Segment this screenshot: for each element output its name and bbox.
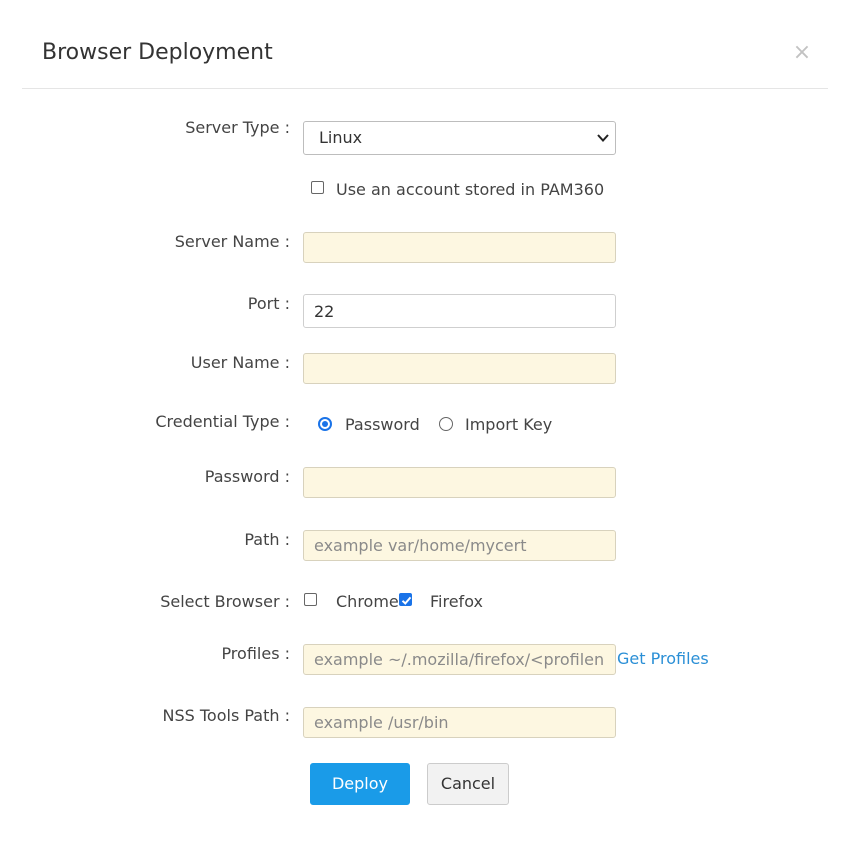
- nss-tools-path-input[interactable]: [303, 707, 616, 738]
- credential-import-key-radio[interactable]: [439, 417, 453, 431]
- cancel-button[interactable]: Cancel: [427, 763, 509, 805]
- chrome-label: Chrome: [336, 592, 399, 611]
- chrome-checkbox[interactable]: [304, 593, 317, 606]
- firefox-checkbox[interactable]: [399, 593, 412, 606]
- user-name-input[interactable]: [303, 353, 616, 384]
- server-type-label: Server Type :: [185, 118, 290, 137]
- password-input[interactable]: [303, 467, 616, 498]
- port-label: Port :: [247, 294, 290, 313]
- credential-password-label: Password: [345, 415, 420, 434]
- select-browser-label: Select Browser :: [160, 592, 290, 611]
- profiles-input[interactable]: [303, 644, 616, 675]
- firefox-label: Firefox: [430, 592, 483, 611]
- password-label: Password :: [204, 467, 290, 486]
- dialog-header: Browser Deployment ×: [22, 0, 828, 89]
- get-profiles-link[interactable]: Get Profiles: [617, 648, 709, 670]
- check-icon: [401, 596, 412, 605]
- path-label: Path :: [244, 530, 290, 549]
- deploy-button[interactable]: Deploy: [310, 763, 410, 805]
- path-input[interactable]: [303, 530, 616, 561]
- credential-password-radio[interactable]: [318, 417, 332, 431]
- chevron-down-icon: [597, 134, 609, 142]
- server-type-select[interactable]: Linux: [303, 121, 616, 155]
- credential-type-label: Credential Type :: [155, 412, 290, 431]
- profiles-label: Profiles :: [221, 644, 290, 663]
- use-stored-account-label: Use an account stored in PAM360: [336, 180, 605, 199]
- credential-import-key-label: Import Key: [465, 415, 553, 434]
- port-input[interactable]: [303, 294, 616, 328]
- close-icon[interactable]: ×: [792, 40, 812, 66]
- server-name-input[interactable]: [303, 232, 616, 263]
- dialog-title: Browser Deployment: [42, 40, 273, 65]
- use-stored-account-checkbox[interactable]: [311, 181, 324, 194]
- nss-tools-path-label: NSS Tools Path :: [162, 706, 291, 725]
- browser-deployment-dialog: Browser Deployment × Server Type : Linux…: [0, 0, 856, 857]
- user-name-label: User Name :: [190, 353, 290, 372]
- server-name-label: Server Name :: [174, 232, 290, 251]
- server-type-selected-value: Linux: [319, 128, 363, 147]
